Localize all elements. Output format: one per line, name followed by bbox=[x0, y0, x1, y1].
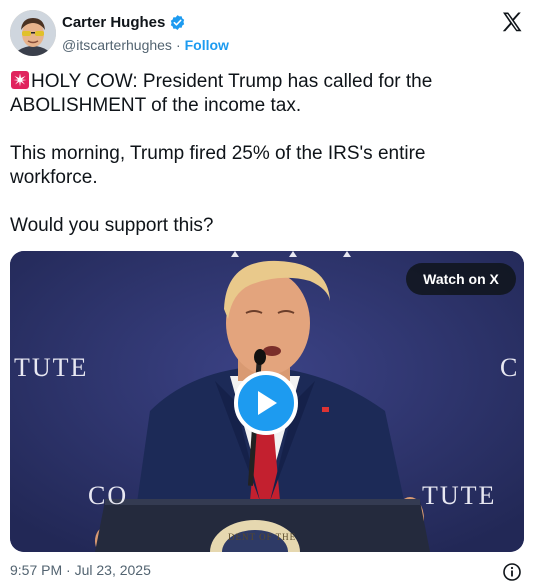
verified-badge-icon bbox=[169, 14, 186, 31]
author-name[interactable]: Carter Hughes bbox=[62, 14, 165, 31]
wall-text-right: C bbox=[500, 353, 520, 382]
tweet-timestamp[interactable]: 9:57 PM · Jul 23, 2025 bbox=[10, 562, 151, 578]
x-logo-icon[interactable] bbox=[500, 10, 524, 34]
siren-icon bbox=[10, 70, 30, 90]
author-handle[interactable]: @itscarterhughes bbox=[62, 37, 172, 53]
avatar[interactable] bbox=[10, 10, 56, 56]
info-icon[interactable] bbox=[502, 562, 522, 582]
wall-text-left: TUTE bbox=[14, 353, 89, 382]
podium-text-right: TUTE bbox=[422, 481, 497, 510]
handle-row: @itscarterhughes · Follow bbox=[62, 37, 229, 53]
play-icon bbox=[258, 391, 277, 415]
tweet-paragraph-2: This morning, Trump fired 25% of the IRS… bbox=[10, 143, 426, 188]
author-name-row: Carter Hughes bbox=[62, 14, 186, 31]
tweet-paragraph-3: Would you support this? bbox=[10, 215, 214, 236]
seal-text: DENT OF THE bbox=[228, 532, 297, 542]
video-media[interactable]: TUTE C CO TUTE DENT OF THE Watch on X bbox=[10, 251, 524, 552]
tweet-text: HOLY COW: President Trump has called for… bbox=[10, 70, 510, 262]
tweet-paragraph-1: HOLY COW: President Trump has called for… bbox=[10, 70, 510, 118]
play-button[interactable] bbox=[234, 371, 298, 435]
podium-text-left: CO bbox=[88, 481, 129, 510]
follow-button[interactable]: Follow bbox=[185, 37, 229, 53]
tweet-card: Carter Hughes @itscarterhughes · Follow … bbox=[0, 0, 538, 587]
tweet-paragraph-1-text: HOLY COW: President Trump has called for… bbox=[10, 71, 433, 116]
watch-on-x-button[interactable]: Watch on X bbox=[406, 263, 516, 295]
separator-dot: · bbox=[175, 37, 181, 53]
